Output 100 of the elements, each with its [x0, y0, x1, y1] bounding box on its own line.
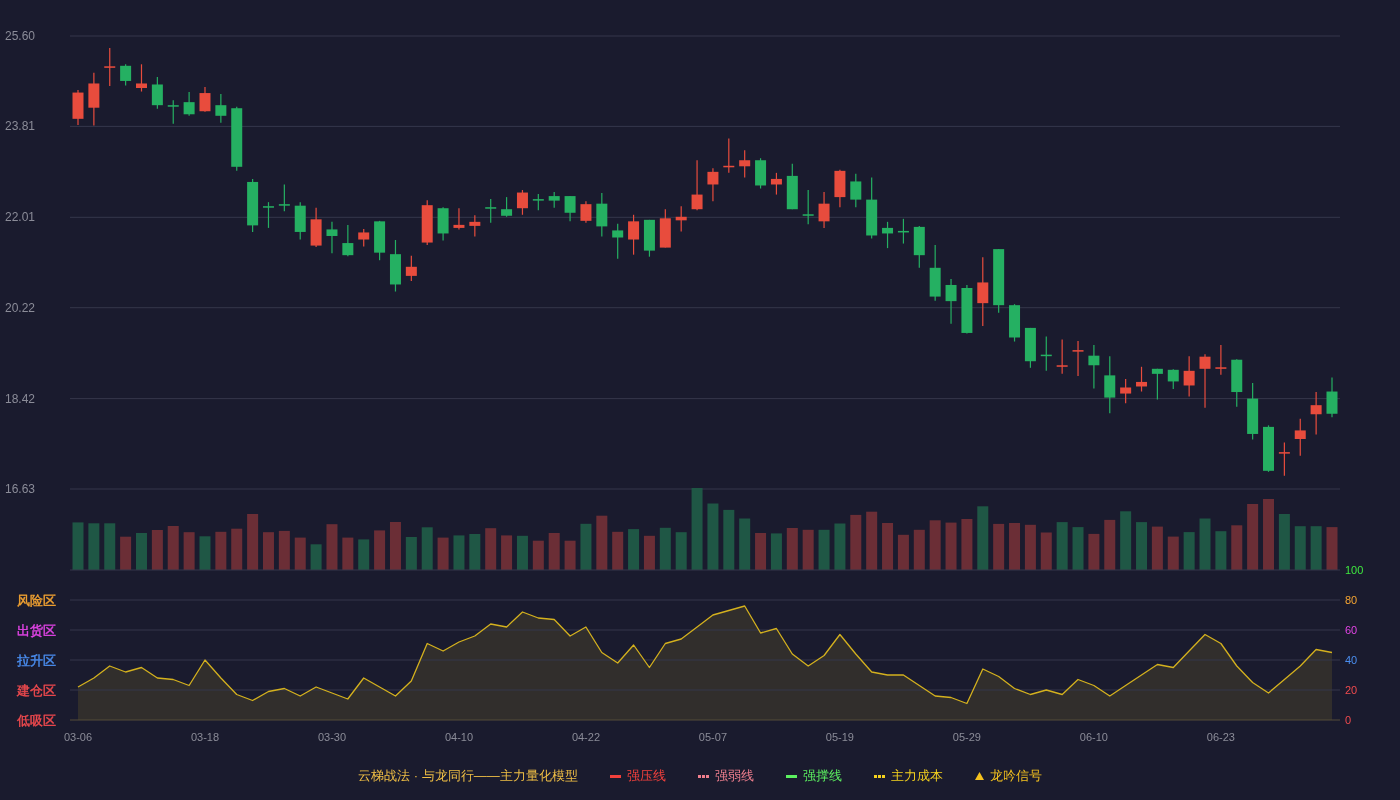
- candle: [1056, 338, 1068, 375]
- candle: [1040, 335, 1052, 372]
- volume-bar: [1009, 523, 1021, 570]
- candle: [1215, 344, 1227, 376]
- candle: [1326, 376, 1338, 418]
- date-label: 06-23: [1206, 731, 1235, 743]
- candle: [326, 221, 338, 254]
- zone-label: 风险区: [17, 592, 56, 608]
- candle: [453, 207, 465, 230]
- candle: [1199, 353, 1211, 409]
- candle: [786, 163, 798, 210]
- volume-bar: [405, 537, 417, 570]
- volume-bar: [247, 514, 259, 570]
- volume-bar: [739, 518, 751, 570]
- volume-bar: [120, 536, 132, 570]
- volume-bar: [1024, 524, 1036, 570]
- volume-bar: [1167, 536, 1179, 570]
- candle: [1024, 327, 1036, 369]
- volume-bar: [231, 528, 243, 570]
- volume-bar: [532, 540, 544, 570]
- candle: [977, 256, 989, 327]
- candle: [104, 47, 116, 87]
- candle: [136, 63, 147, 93]
- candle: [167, 99, 179, 125]
- volume-bar: [866, 511, 878, 570]
- legend-item[interactable]: 强弱线: [697, 767, 754, 785]
- candle: [993, 248, 1005, 314]
- axis-tick-label: 20: [1345, 684, 1358, 696]
- candle: [358, 228, 370, 248]
- volume-bar: [612, 531, 624, 570]
- volume-bar: [1278, 514, 1290, 570]
- volume-bar: [1088, 533, 1100, 570]
- volume-bar: [897, 534, 909, 570]
- volume-bar: [310, 544, 322, 570]
- volume-bar: [342, 537, 354, 570]
- candle: [389, 239, 401, 293]
- candle: [1278, 441, 1290, 477]
- volume-bar: [151, 530, 163, 570]
- candle: [1088, 344, 1100, 390]
- volume-bar: [596, 515, 608, 570]
- volume-bar: [374, 530, 386, 570]
- volume-bar: [1263, 499, 1274, 570]
- volume-bar: [818, 529, 830, 570]
- candle: [612, 223, 624, 260]
- volume-bar: [421, 527, 433, 570]
- candle: [1294, 418, 1306, 457]
- volume-bar: [929, 520, 941, 570]
- volume-bar: [1215, 531, 1227, 570]
- candle: [1136, 366, 1147, 393]
- legend-item[interactable]: 主力成本: [873, 767, 943, 785]
- volume-bar: [1231, 525, 1243, 570]
- price-axis-label: 23.81: [5, 119, 36, 134]
- legend-item[interactable]: 强压线: [609, 767, 666, 785]
- date-label: 03-06: [63, 731, 93, 743]
- date-label: 06-10: [1079, 731, 1108, 743]
- date-label: 05-19: [825, 731, 854, 743]
- volume-bar: [961, 519, 973, 570]
- volume-bar: [993, 523, 1005, 570]
- volume-bar: [882, 523, 894, 570]
- candle: [485, 198, 497, 224]
- volume-bar: [501, 535, 513, 570]
- date-label: 03-18: [190, 731, 220, 743]
- zone-label: 出货区: [17, 622, 56, 638]
- candle: [802, 189, 814, 225]
- volume-bar: [977, 506, 989, 570]
- volume-bar: [548, 533, 560, 570]
- candle: [215, 93, 227, 124]
- candle: [1247, 382, 1259, 441]
- candle: [183, 91, 195, 117]
- candle: [723, 137, 735, 174]
- candle: [628, 214, 640, 256]
- legend-item[interactable]: 龙吟信号: [974, 767, 1042, 785]
- volume-bar: [1294, 526, 1306, 570]
- candle: [945, 278, 957, 325]
- candle: [961, 284, 973, 335]
- candle: [707, 167, 719, 202]
- volume-bar: [453, 535, 465, 570]
- volume-bar: [516, 535, 528, 570]
- volume-bar: [469, 534, 481, 570]
- volume-bar: [802, 529, 814, 570]
- candle: [1009, 303, 1021, 343]
- volume-bar: [1120, 511, 1132, 570]
- candle: [1231, 358, 1243, 408]
- volume-bar: [215, 531, 227, 570]
- volume-bar: [278, 530, 290, 570]
- volume-bar: [1247, 504, 1259, 570]
- volume-bar: [913, 529, 925, 570]
- candle: [374, 220, 386, 261]
- candle: [548, 191, 560, 209]
- candle: [278, 183, 290, 212]
- volume-bar: [1136, 522, 1147, 570]
- axis-tick-label: 100: [1345, 564, 1364, 576]
- volume-bar: [675, 532, 687, 570]
- candle: [120, 63, 132, 87]
- zone-label: 建仓区: [17, 682, 56, 698]
- volume-bar: [628, 529, 640, 570]
- volume-bar: [643, 535, 655, 570]
- legend-item[interactable]: 强撑线: [785, 767, 842, 785]
- axis-tick-label: 0: [1345, 714, 1352, 726]
- volume-bar: [263, 532, 274, 570]
